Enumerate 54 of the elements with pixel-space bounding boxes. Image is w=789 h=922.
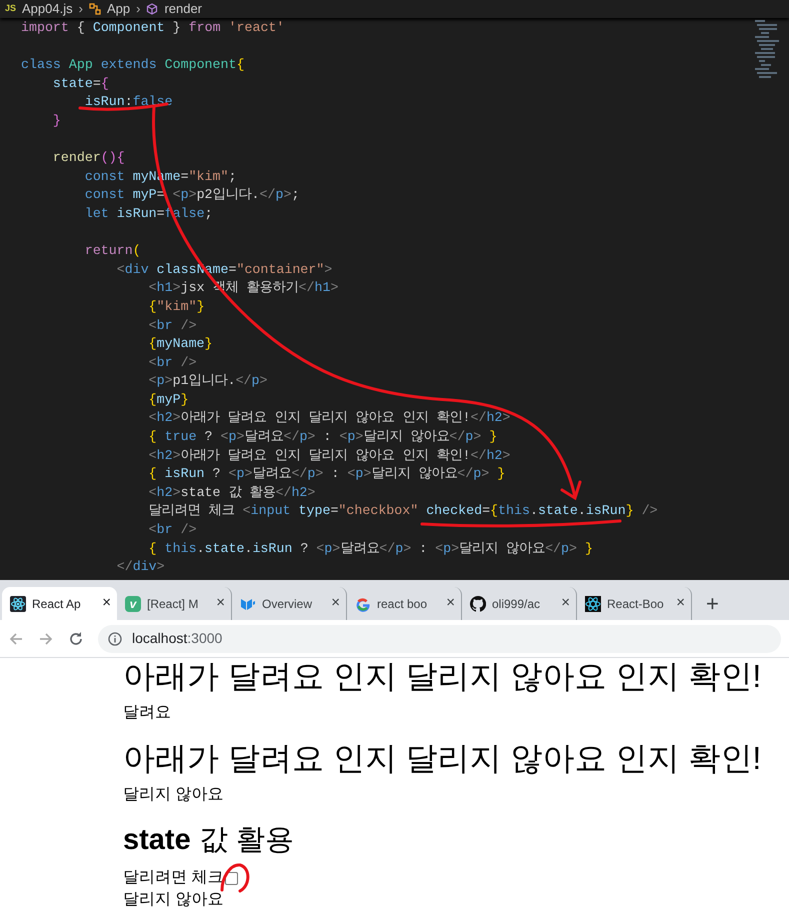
page-text: 달려요 bbox=[123, 703, 171, 723]
code-line: render(){ bbox=[52, 150, 125, 166]
cat-logo-icon bbox=[470, 596, 486, 612]
code-line: <br /> bbox=[148, 354, 197, 370]
breadcrumb-item[interactable]: render bbox=[164, 0, 202, 19]
class-icon bbox=[88, 3, 101, 15]
page-text: 달리지 않아요 bbox=[123, 785, 224, 805]
code-line: import { Component } from 'react' bbox=[21, 20, 284, 35]
code-line: {"kim"} bbox=[148, 298, 205, 314]
code-line: state={ bbox=[52, 76, 109, 91]
code-line: {myName} bbox=[148, 336, 213, 352]
address-field[interactable]: localhost:3000 bbox=[98, 624, 781, 652]
js-file-icon: JS bbox=[5, 2, 16, 16]
page-heading: 아래가 달려요 인지 달리지 않아요 인지 확인! bbox=[123, 658, 762, 694]
reload-icon[interactable] bbox=[68, 630, 84, 646]
code-line: } bbox=[52, 112, 61, 128]
browser-tab[interactable]: React Ap × bbox=[2, 587, 117, 620]
page-heading: state 값 활용 bbox=[123, 823, 294, 858]
code-line: { isRun ? <p>달려요</p> : <p>달리지 않아요</p> } bbox=[148, 466, 506, 482]
code-line: { true ? <p>달려요</p> : <p>달리지 않아요</p> } bbox=[148, 429, 498, 444]
close-icon[interactable]: × bbox=[446, 592, 455, 615]
circle-annotation-drawing bbox=[220, 864, 250, 892]
checkbox-label: 달리려면 체크 bbox=[123, 868, 224, 888]
code-line: <h2>아래가 달려요 인지 달리지 않아요 인지 확인!</h2> bbox=[148, 410, 510, 426]
chevron-icon: › bbox=[78, 0, 83, 19]
code-line: <h2>아래가 달려요 인지 달리지 않아요 인지 확인!</h2> bbox=[148, 448, 510, 463]
code-line: { this.state.isRun ? <p>달려요</p> : <p>달리지 않아요</p> } bbox=[148, 540, 593, 556]
site-logo-icon: v bbox=[125, 596, 141, 612]
close-icon[interactable]: × bbox=[331, 592, 340, 615]
code-line: return( bbox=[84, 243, 141, 258]
code-line: class App extends Component{ bbox=[21, 57, 244, 72]
atom-icon bbox=[10, 596, 26, 612]
info-icon bbox=[108, 632, 122, 646]
breadcrumb-item[interactable]: App bbox=[106, 0, 130, 19]
code-line: <br /> bbox=[148, 522, 197, 538]
code-line: <h2>state 값 활용</h2> bbox=[148, 484, 316, 500]
code-line: {myP} bbox=[148, 392, 189, 407]
code-line: 달리려면 체크 <input type="checkbox" checked={this.state.isRun} /> bbox=[148, 503, 658, 518]
logo-icon bbox=[240, 596, 256, 610]
code-line: <p>p1입니다.</p> bbox=[148, 373, 268, 388]
page-heading: 아래가 달려요 인지 달리지 않아요 인지 확인! bbox=[123, 740, 762, 776]
breadcrumb-item[interactable]: App04.js bbox=[22, 0, 73, 19]
g-logo-icon bbox=[355, 596, 371, 612]
close-icon[interactable]: × bbox=[102, 592, 111, 615]
chevron-icon: › bbox=[136, 0, 140, 19]
new-tab-icon[interactable]: + bbox=[692, 587, 733, 620]
logo-icon bbox=[585, 596, 601, 612]
code-line: <br /> bbox=[148, 318, 197, 332]
cube-icon bbox=[146, 3, 158, 15]
close-icon[interactable]: × bbox=[676, 592, 685, 615]
page-text: 달리지 않아요 bbox=[123, 890, 224, 910]
close-icon[interactable]: × bbox=[561, 592, 570, 615]
close-icon[interactable]: × bbox=[216, 592, 225, 615]
code-line: </div> bbox=[116, 559, 165, 574]
